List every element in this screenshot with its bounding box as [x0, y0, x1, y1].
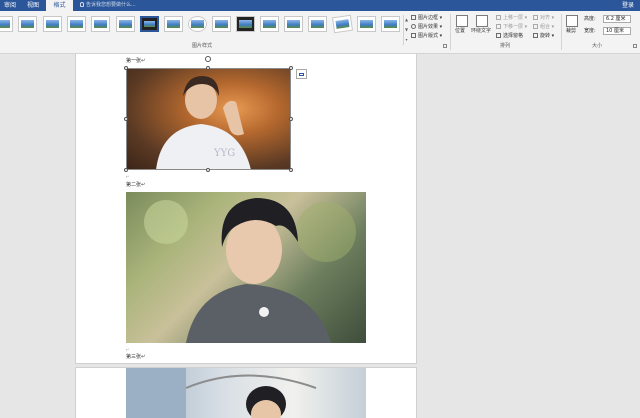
paragraph-label-2[interactable]: 第二张↵	[126, 182, 145, 189]
wrap-text-icon[interactable]	[476, 15, 488, 27]
picture-style-thumb[interactable]	[331, 14, 354, 34]
resize-handle[interactable]	[124, 66, 128, 70]
resize-handle[interactable]	[289, 168, 293, 172]
tab-format[interactable]: 格式	[46, 0, 73, 11]
selection-pane-button[interactable]: 选择窗格	[496, 32, 523, 40]
photo-3-content	[126, 368, 317, 418]
resize-handle[interactable]	[124, 117, 128, 121]
send-backward-icon	[496, 24, 501, 29]
tab-view[interactable]: 视图	[22, 0, 44, 11]
align-icon	[533, 15, 538, 20]
position-icon[interactable]	[456, 15, 468, 27]
resize-handle[interactable]	[289, 117, 293, 121]
group-icon	[533, 24, 538, 29]
picture-effects-button[interactable]: 图片效果 ▾	[411, 23, 442, 31]
ribbon-tab-bar: 审阅 视图 格式 告诉我您想要做什么... 登录	[0, 0, 640, 11]
picture-style-thumb[interactable]	[164, 16, 183, 32]
group-label-size: 大小	[592, 43, 603, 49]
picture-style-thumb[interactable]	[0, 16, 13, 32]
word-window: 审阅 视图 格式 告诉我您想要做什么... 登录 ▲ ▼ ▾ 图片边框 ▾ 图片…	[0, 0, 640, 418]
picture-style-thumb[interactable]	[381, 16, 400, 32]
tell-me-placeholder: 告诉我您想要做什么...	[86, 2, 136, 8]
more-icon[interactable]: ▾	[404, 35, 409, 45]
height-label: 高度:	[584, 16, 596, 22]
picture-style-thumb[interactable]	[116, 16, 135, 32]
chevron-down-icon[interactable]: ▼	[404, 25, 409, 35]
picture-layout-button[interactable]: 图片版式 ▾	[411, 32, 442, 40]
width-label: 宽度:	[584, 28, 596, 34]
bring-forward-button[interactable]: 上移一层 ▾	[496, 14, 527, 22]
picture-style-thumb[interactable]	[284, 16, 303, 32]
width-input[interactable]: 10 厘米	[603, 27, 631, 35]
resize-handle[interactable]	[206, 168, 210, 172]
crop-icon[interactable]	[566, 15, 578, 27]
picture-style-thumb[interactable]	[43, 16, 62, 32]
ribbon: ▲ ▼ ▾ 图片边框 ▾ 图片效果 ▾ 图片版式 ▾ 图片样式 位置 环绕文字 …	[0, 11, 640, 54]
picture-style-thumb[interactable]	[236, 16, 255, 32]
picture-layout-icon	[411, 33, 416, 38]
rotate-button[interactable]: 旋转 ▾	[533, 32, 554, 40]
tell-me-box[interactable]: 告诉我您想要做什么...	[80, 0, 136, 11]
group-label-arrange: 排列	[500, 43, 511, 49]
picture-border-button[interactable]: 图片边框 ▾	[411, 14, 442, 22]
send-backward-button[interactable]: 下移一层 ▾	[496, 23, 527, 31]
wrap-text-button-label[interactable]: 环绕文字	[471, 28, 491, 35]
height-input[interactable]: 6.2 厘米	[603, 15, 631, 23]
crop-button-label[interactable]: 裁剪	[566, 28, 576, 35]
paragraph-label-3[interactable]: 第三张↵	[126, 354, 145, 361]
picture-style-thumb[interactable]	[212, 16, 231, 32]
picture-style-thumb[interactable]	[140, 16, 159, 32]
group-separator	[450, 14, 451, 50]
paragraph-label-1[interactable]: 第一张↵	[126, 58, 145, 65]
resize-handle[interactable]	[289, 66, 293, 70]
paragraph-mark: ↵	[126, 347, 130, 352]
picture-style-thumb[interactable]	[308, 16, 327, 32]
group-separator	[561, 14, 562, 50]
login-link[interactable]: 登录	[622, 0, 634, 11]
picture-style-thumb[interactable]	[91, 16, 110, 32]
resize-handle[interactable]	[206, 66, 210, 70]
position-button-label[interactable]: 位置	[455, 28, 465, 35]
document-area[interactable]: 第一张↵ YYG ↵ 第二张↵ ↵ 第三张↵	[0, 54, 640, 418]
picture-style-thumb[interactable]	[357, 16, 376, 32]
picture-style-thumb[interactable]	[260, 16, 279, 32]
rotate-handle-icon[interactable]	[205, 56, 211, 62]
paragraph-mark: ↵	[126, 174, 130, 179]
resize-handle[interactable]	[124, 168, 128, 172]
align-button[interactable]: 对齐 ▾	[533, 14, 554, 22]
group-label-picture-styles: 图片样式	[192, 43, 213, 49]
layout-options-icon[interactable]	[296, 69, 307, 79]
picture-effects-icon	[411, 24, 416, 29]
picture-style-thumb[interactable]	[67, 16, 86, 32]
picture-border-icon	[411, 15, 416, 20]
chevron-up-icon[interactable]: ▲	[404, 15, 409, 25]
tab-review[interactable]: 审阅	[0, 0, 20, 11]
picture-style-thumb[interactable]	[188, 16, 207, 32]
photo-2[interactable]	[126, 192, 366, 343]
selection-pane-icon	[496, 33, 501, 38]
dialog-launcher-icon[interactable]	[443, 44, 447, 48]
photo-3[interactable]	[126, 368, 366, 418]
group-button[interactable]: 组合 ▾	[533, 23, 554, 31]
gallery-scroll[interactable]: ▲ ▼ ▾	[403, 15, 409, 45]
picture-style-thumb[interactable]	[18, 16, 37, 32]
bring-forward-icon	[496, 15, 501, 20]
rotate-icon	[533, 33, 538, 38]
lightbulb-icon	[80, 2, 84, 7]
dialog-launcher-icon[interactable]	[633, 44, 637, 48]
photo-2-content	[144, 198, 356, 343]
selection-outline	[126, 68, 291, 170]
